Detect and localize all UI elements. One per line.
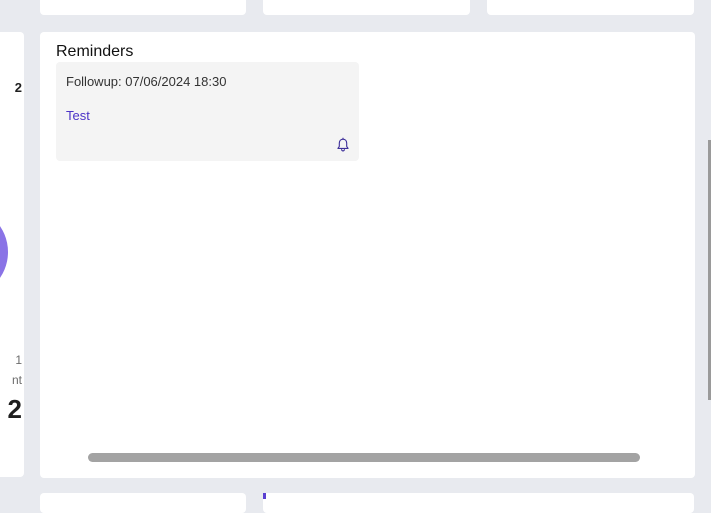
chart-total-value: 2 (7, 394, 22, 424)
reminders-title: Reminders (56, 43, 134, 60)
dashboard-card-chart: 2 1 nt 2 (0, 32, 24, 477)
reminder-item[interactable]: Followup: 07/06/2024 18:30 Test (56, 62, 359, 161)
dashboard-card-top-1 (40, 0, 246, 15)
reminder-subject-link[interactable]: Test (66, 108, 90, 123)
reminders-card: Reminders Followup: 07/06/2024 18:30 Tes… (40, 32, 695, 478)
dashboard-card-bottom-2 (263, 493, 694, 513)
chart-value-top: 2 (14, 80, 22, 95)
chart-legend-label: nt (11, 373, 22, 387)
reminder-followup-date: Followup: 07/06/2024 18:30 (66, 74, 227, 89)
chart-legend-value: 1 (15, 353, 22, 367)
donut-chart-slice (0, 206, 8, 298)
bell-icon[interactable] (335, 137, 351, 153)
dashboard-card-bottom-1 (40, 493, 246, 513)
dashboard-card-top-3 (487, 0, 694, 15)
horizontal-scrollbar[interactable] (88, 453, 640, 462)
card-accent-marker (263, 493, 266, 499)
dashboard-card-top-2 (263, 0, 470, 15)
